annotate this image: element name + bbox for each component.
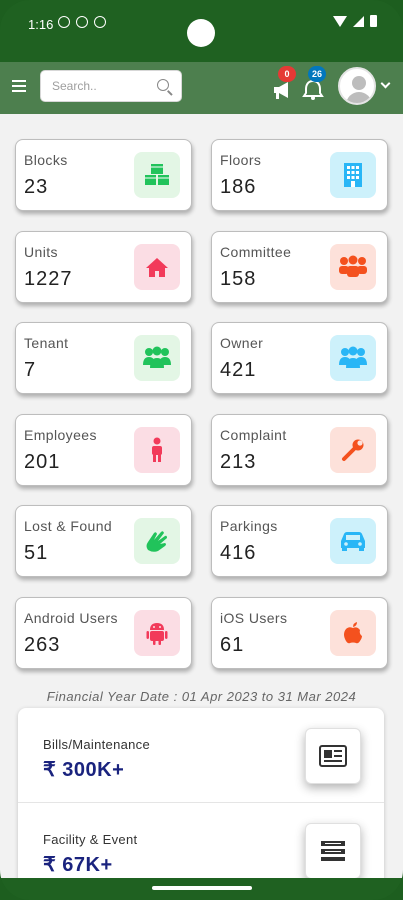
stat-card-value: 263: [24, 633, 61, 656]
summary-row-bills[interactable]: Bills/Maintenance ₹ 300K+: [18, 708, 384, 803]
stat-card-label: Complaint: [220, 426, 287, 443]
list-icon[interactable]: [305, 823, 361, 878]
stat-card-value: 51: [24, 542, 49, 564]
stat-card-value: 1227: [24, 267, 73, 290]
stat-card-android-users[interactable]: Android Users 263: [15, 596, 192, 669]
summary-card: Bills/Maintenance ₹ 300K+ Facility & Eve…: [18, 708, 384, 878]
stat-card-label: Floors: [220, 152, 262, 168]
stat-card-owner[interactable]: Owner 421: [211, 322, 388, 394]
group-icon: [330, 243, 376, 290]
search-icon[interactable]: [157, 79, 169, 91]
stat-card-label: Owner: [220, 335, 264, 351]
stat-card-label: Lost & Found: [24, 518, 113, 534]
phone-screen: 1:16 0: [0, 0, 403, 900]
stat-card-label: Blocks: [24, 152, 68, 168]
status-system-icons: [333, 15, 377, 27]
search-box[interactable]: [40, 70, 182, 102]
status-time: 1:16: [28, 17, 54, 32]
signal-icon: [353, 15, 364, 27]
app-bar: 0 26: [0, 62, 403, 114]
users-icon: [330, 335, 376, 381]
wifi-icon: [333, 15, 347, 27]
stat-card-label: Employees: [24, 426, 97, 443]
building-icon: [330, 152, 376, 198]
megaphone-badge: 0: [278, 66, 296, 82]
stat-card-value: 158: [220, 267, 257, 290]
bell-button[interactable]: 26: [302, 66, 330, 102]
stat-card-label: iOS Users: [220, 609, 288, 626]
summary-label: Bills/Maintenance: [43, 737, 150, 752]
stat-card-tenant[interactable]: Tenant 7: [15, 322, 192, 394]
stat-card-complaint[interactable]: Complaint 213: [211, 413, 388, 486]
stat-card-label: Android Users: [24, 609, 118, 626]
megaphone-button[interactable]: 0: [272, 66, 300, 102]
camera-cutout: [187, 19, 215, 47]
stat-card-lost-found[interactable]: Lost & Found 51: [15, 505, 192, 577]
summary-value: ₹ 67K+: [43, 854, 113, 876]
car-icon: [330, 518, 376, 564]
status-notification-icons: [58, 16, 106, 28]
financial-year-text: Financial Year Date : 01 Apr 2023 to 31 …: [46, 689, 357, 704]
stat-card-value: 61: [220, 633, 245, 656]
bill-icon[interactable]: [305, 728, 361, 784]
stat-card-ios-users[interactable]: iOS Users 61: [211, 596, 388, 669]
hand-icon: [134, 518, 180, 564]
apple-icon: [330, 609, 376, 656]
stat-card-label: Tenant: [24, 335, 69, 351]
stat-card-label: Parkings: [220, 518, 278, 534]
stat-card-value: 416: [220, 542, 257, 564]
shield-status-icon: [94, 16, 106, 28]
stat-card-value: 421: [220, 359, 257, 381]
search-input[interactable]: [41, 71, 149, 101]
cubes-icon: [134, 152, 180, 198]
stat-card-blocks[interactable]: Blocks 23: [15, 139, 192, 211]
battery-icon: [370, 15, 377, 27]
stat-card-committee[interactable]: Committee 158: [211, 230, 388, 303]
status-bar: 1:16: [0, 0, 403, 62]
stat-card-units[interactable]: Units 1227: [15, 230, 192, 303]
stat-card-label: Committee: [220, 243, 292, 260]
home-icon: [134, 243, 180, 290]
bell-icon: [302, 80, 324, 100]
menu-icon[interactable]: [12, 80, 26, 92]
stat-card-value: 23: [24, 176, 49, 198]
bell-badge: 26: [308, 66, 326, 82]
stat-card-value: 201: [24, 450, 61, 473]
wrench-icon: [330, 426, 376, 473]
avatar[interactable]: [338, 67, 376, 105]
chevron-down-icon[interactable]: [380, 78, 391, 89]
summary-row-facility[interactable]: Facility & Event ₹ 67K+: [18, 803, 384, 878]
stat-card-value: 7: [24, 359, 37, 381]
info-status-icon: [76, 16, 88, 28]
stat-card-label: Units: [24, 243, 58, 260]
stat-card-value: 213: [220, 450, 257, 473]
stat-card-parkings[interactable]: Parkings 416: [211, 505, 388, 577]
android-icon: [134, 609, 180, 656]
summary-label: Facility & Event: [43, 832, 138, 847]
stat-card-value: 186: [220, 176, 257, 198]
dashboard-content: Blocks 23 Floors 186 Units 1227 Committee 158 Te…: [0, 114, 403, 878]
settings-status-icon: [58, 16, 70, 28]
person-icon: [134, 426, 180, 473]
stat-card-employees[interactable]: Employees 201: [15, 413, 192, 486]
home-gesture-bar[interactable]: [152, 886, 252, 890]
stat-card-floors[interactable]: Floors 186: [211, 139, 388, 211]
users-icon: [134, 335, 180, 381]
summary-value: ₹ 300K+: [43, 759, 125, 781]
megaphone-icon: [274, 82, 288, 99]
